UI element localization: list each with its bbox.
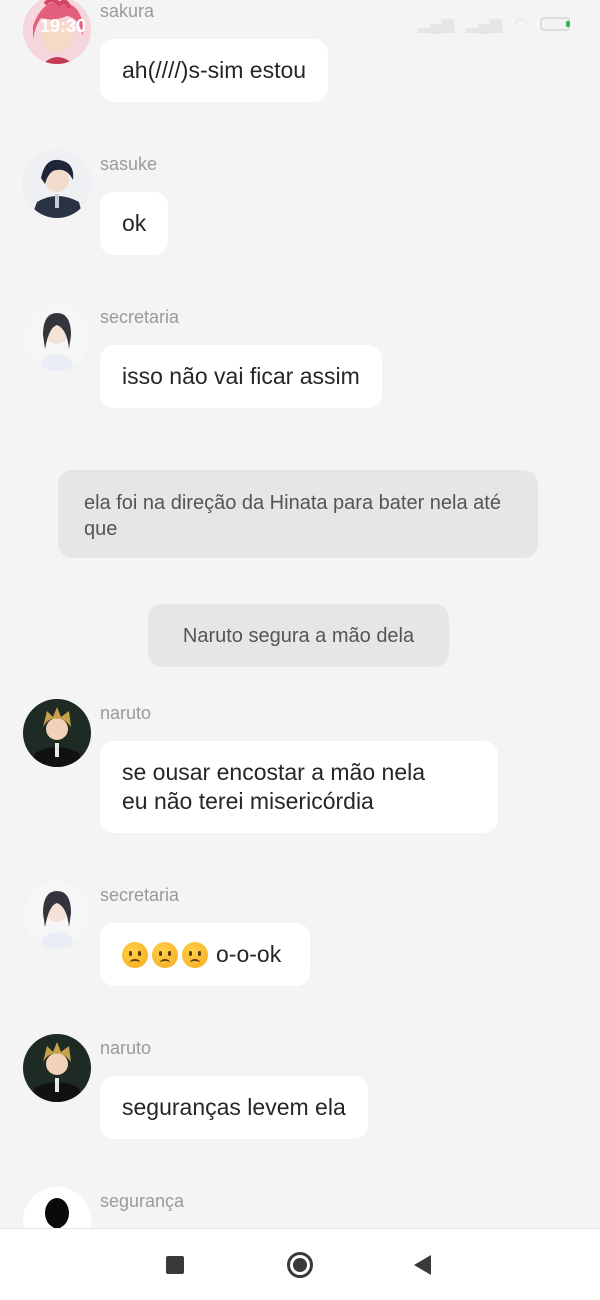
sasuke-avatar[interactable]	[23, 150, 91, 218]
sender-name: secretaria	[100, 307, 180, 327]
signal-icon: ▂▄▆	[466, 16, 503, 33]
narration-box: Naruto segura a mão dela	[148, 604, 449, 667]
avatar-image	[23, 699, 91, 767]
recents-button[interactable]	[159, 1249, 191, 1281]
naruto-avatar[interactable]	[23, 1034, 91, 1102]
seguranca-avatar[interactable]	[23, 1187, 91, 1228]
message-bubble[interactable]: isso não vai ficar assim	[100, 345, 382, 408]
message-bubble[interactable]: o-o-ok	[100, 923, 310, 986]
message-bubble[interactable]: ok	[100, 192, 169, 255]
status-bar: 19:30 ▂▄▆ ▂▄▆ ◠	[0, 0, 600, 50]
avatar-image	[23, 303, 91, 371]
sender-name: sasuke	[100, 154, 158, 174]
system-nav-bar	[0, 1228, 600, 1300]
battery-icon	[540, 17, 570, 31]
naruto-avatar[interactable]	[23, 699, 91, 767]
worried-face-emoji	[122, 941, 148, 968]
square-recents-icon	[166, 1256, 184, 1274]
message-bubble[interactable]: seguranças levem ela	[100, 1076, 368, 1139]
home-button[interactable]	[284, 1249, 316, 1281]
avatar-image	[23, 1187, 91, 1228]
status-time: 19:30	[40, 16, 87, 36]
status-icons: ▂▄▆ ▂▄▆ ◠	[418, 14, 570, 34]
narration-box: ela foi na direção da Hinata para bater …	[58, 470, 538, 558]
secretaria-avatar[interactable]	[23, 881, 91, 949]
wifi-icon: ◠	[514, 16, 528, 33]
avatar-image	[23, 881, 91, 949]
worried-face-emoji	[182, 941, 208, 968]
avatar-image	[23, 1034, 91, 1102]
triangle-back-icon	[413, 1255, 431, 1275]
avatar-image	[23, 150, 91, 218]
circle-home-icon	[287, 1252, 313, 1278]
back-button[interactable]	[406, 1249, 438, 1281]
message-bubble[interactable]: se ousar encostar a mão nela eu não tere…	[100, 741, 498, 833]
sender-name: naruto	[100, 1038, 152, 1058]
signal-icon: ▂▄▆	[418, 16, 455, 33]
secretaria-avatar[interactable]	[23, 303, 91, 371]
worried-face-emoji	[152, 941, 178, 968]
chat-feed[interactable]: sakura ah(////)s-sim estou sasuke ok sec…	[0, 0, 600, 1228]
sender-name: naruto	[100, 703, 152, 723]
message-text: o-o-ok	[216, 941, 282, 967]
sender-name: secretaria	[100, 885, 180, 905]
sender-name: segurança	[100, 1191, 185, 1211]
